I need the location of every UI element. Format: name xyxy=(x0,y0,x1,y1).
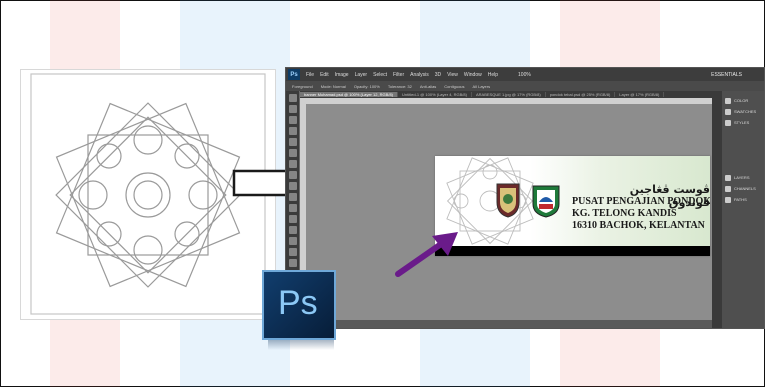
history-brush-icon[interactable] xyxy=(288,193,297,201)
banner-line-2: KG. TELONG KANDIS xyxy=(572,208,677,219)
menu-3d[interactable]: 3D xyxy=(432,72,444,78)
banner-document[interactable]: ڤوست ڤڠاجين ڤوندوق PUSAT PENGAJIAN PONDO… xyxy=(435,156,710,256)
lasso-tool-icon[interactable] xyxy=(288,116,297,124)
menu-image[interactable]: Image xyxy=(332,72,352,78)
eraser-tool-icon[interactable] xyxy=(288,204,297,212)
panel-channels[interactable]: CHANNELS xyxy=(722,183,764,194)
panel-paths[interactable]: PATHS xyxy=(722,194,764,205)
crop-tool-icon[interactable] xyxy=(288,138,297,146)
option-all-layers[interactable]: All Layers xyxy=(473,84,491,89)
tab-banner[interactable]: banner Muhamad.psd @ 100% (Layer 12, RGB… xyxy=(300,92,398,97)
shield-crest-logo xyxy=(496,183,520,218)
dodge-tool-icon[interactable] xyxy=(288,237,297,245)
option-mode[interactable]: Mode: Normal xyxy=(321,84,346,89)
option-contiguous[interactable]: Contiguous xyxy=(444,84,464,89)
zoom-level[interactable]: 100% xyxy=(515,72,534,78)
pen-tool-icon[interactable] xyxy=(288,248,297,256)
panel-dock-icons xyxy=(712,91,722,328)
panel-swatches[interactable]: SWATCHES xyxy=(722,106,764,117)
photoshop-logo-text: Ps xyxy=(278,284,318,322)
paths-icon xyxy=(725,196,731,203)
menu-bar: Ps File Edit Image Layer Select Filter A… xyxy=(286,68,764,81)
swatches-icon xyxy=(725,108,731,115)
blur-tool-icon[interactable] xyxy=(288,226,297,234)
panel-channels-label: CHANNELS xyxy=(734,186,756,191)
workspace-switcher[interactable]: ESSENTIALS xyxy=(711,72,742,78)
horizontal-ruler[interactable] xyxy=(300,98,720,104)
healing-tool-icon[interactable] xyxy=(288,160,297,168)
logo-reflection xyxy=(268,340,334,350)
color-icon xyxy=(725,97,731,104)
panel-styles[interactable]: STYLES xyxy=(722,117,764,128)
tab-untitled[interactable]: Untitled-1 @ 100% (Layer 4, RGB/8) xyxy=(398,92,472,97)
banner-line-1: PUSAT PENGAJIAN PONDOK xyxy=(572,196,710,207)
panel-color-label: COLOR xyxy=(734,98,749,103)
brush-tool-icon[interactable] xyxy=(288,171,297,179)
status-bar: Doc: 1.29M/28.9M xyxy=(300,320,720,328)
menu-layer[interactable]: Layer xyxy=(352,72,371,78)
menu-analysis[interactable]: Analysis xyxy=(407,72,432,78)
panel-layers-label: LAYERS xyxy=(734,175,750,180)
menu-edit[interactable]: Edit xyxy=(317,72,332,78)
document-tabs: banner Muhamad.psd @ 100% (Layer 12, RGB… xyxy=(300,91,720,98)
option-tolerance[interactable]: Tolerance: 32 xyxy=(388,84,412,89)
channels-icon xyxy=(725,185,731,192)
eyedropper-tool-icon[interactable] xyxy=(288,149,297,157)
purple-pointer-arrow-icon xyxy=(395,232,458,277)
tab-arabesque[interactable]: ARABESQUE 1.jpg @ 17% (RGB/8) xyxy=(472,92,546,97)
option-opacity[interactable]: Opacity: 100% xyxy=(354,84,380,89)
menu-filter[interactable]: Filter xyxy=(390,72,407,78)
panel-styles-label: STYLES xyxy=(734,120,750,125)
clone-tool-icon[interactable] xyxy=(288,182,297,190)
tab-pondok[interactable]: pondok tebal.psd @ 25% (RGB/8) xyxy=(546,92,616,97)
right-panels: COLOR SWATCHES STYLES LAYERS CHANNELS PA… xyxy=(722,91,764,328)
menu-help[interactable]: Help xyxy=(485,72,501,78)
photoshop-logo: Ps xyxy=(262,270,336,340)
banner-line-3: 16310 BACHOK, KELANTAN xyxy=(572,220,705,231)
menu-select[interactable]: Select xyxy=(370,72,390,78)
menu-view[interactable]: View xyxy=(444,72,461,78)
quick-select-tool-icon[interactable] xyxy=(288,127,297,135)
banner-black-strip xyxy=(435,246,710,256)
school-emblem-logo xyxy=(532,185,560,218)
panel-color[interactable]: COLOR xyxy=(722,95,764,106)
gradient-tool-icon[interactable] xyxy=(288,215,297,223)
panel-paths-label: PATHS xyxy=(734,197,747,202)
panel-layers[interactable]: LAYERS xyxy=(722,172,764,183)
menu-file[interactable]: File xyxy=(303,72,317,78)
options-bar: Foreground Mode: Normal Opacity: 100% To… xyxy=(286,81,764,91)
option-fill-source[interactable]: Foreground xyxy=(292,84,313,89)
layers-icon xyxy=(725,174,731,181)
type-tool-icon[interactable] xyxy=(288,259,297,267)
styles-icon xyxy=(725,119,731,126)
ps-app-icon[interactable]: Ps xyxy=(288,69,300,80)
panel-swatches-label: SWATCHES xyxy=(734,109,757,114)
tab-layer[interactable]: Layer @ 17% (RGB/8) xyxy=(615,92,665,97)
move-tool-icon[interactable] xyxy=(288,94,297,102)
marquee-tool-icon[interactable] xyxy=(288,105,297,113)
menu-window[interactable]: Window xyxy=(461,72,485,78)
option-anti-alias[interactable]: Anti-alias xyxy=(420,84,436,89)
